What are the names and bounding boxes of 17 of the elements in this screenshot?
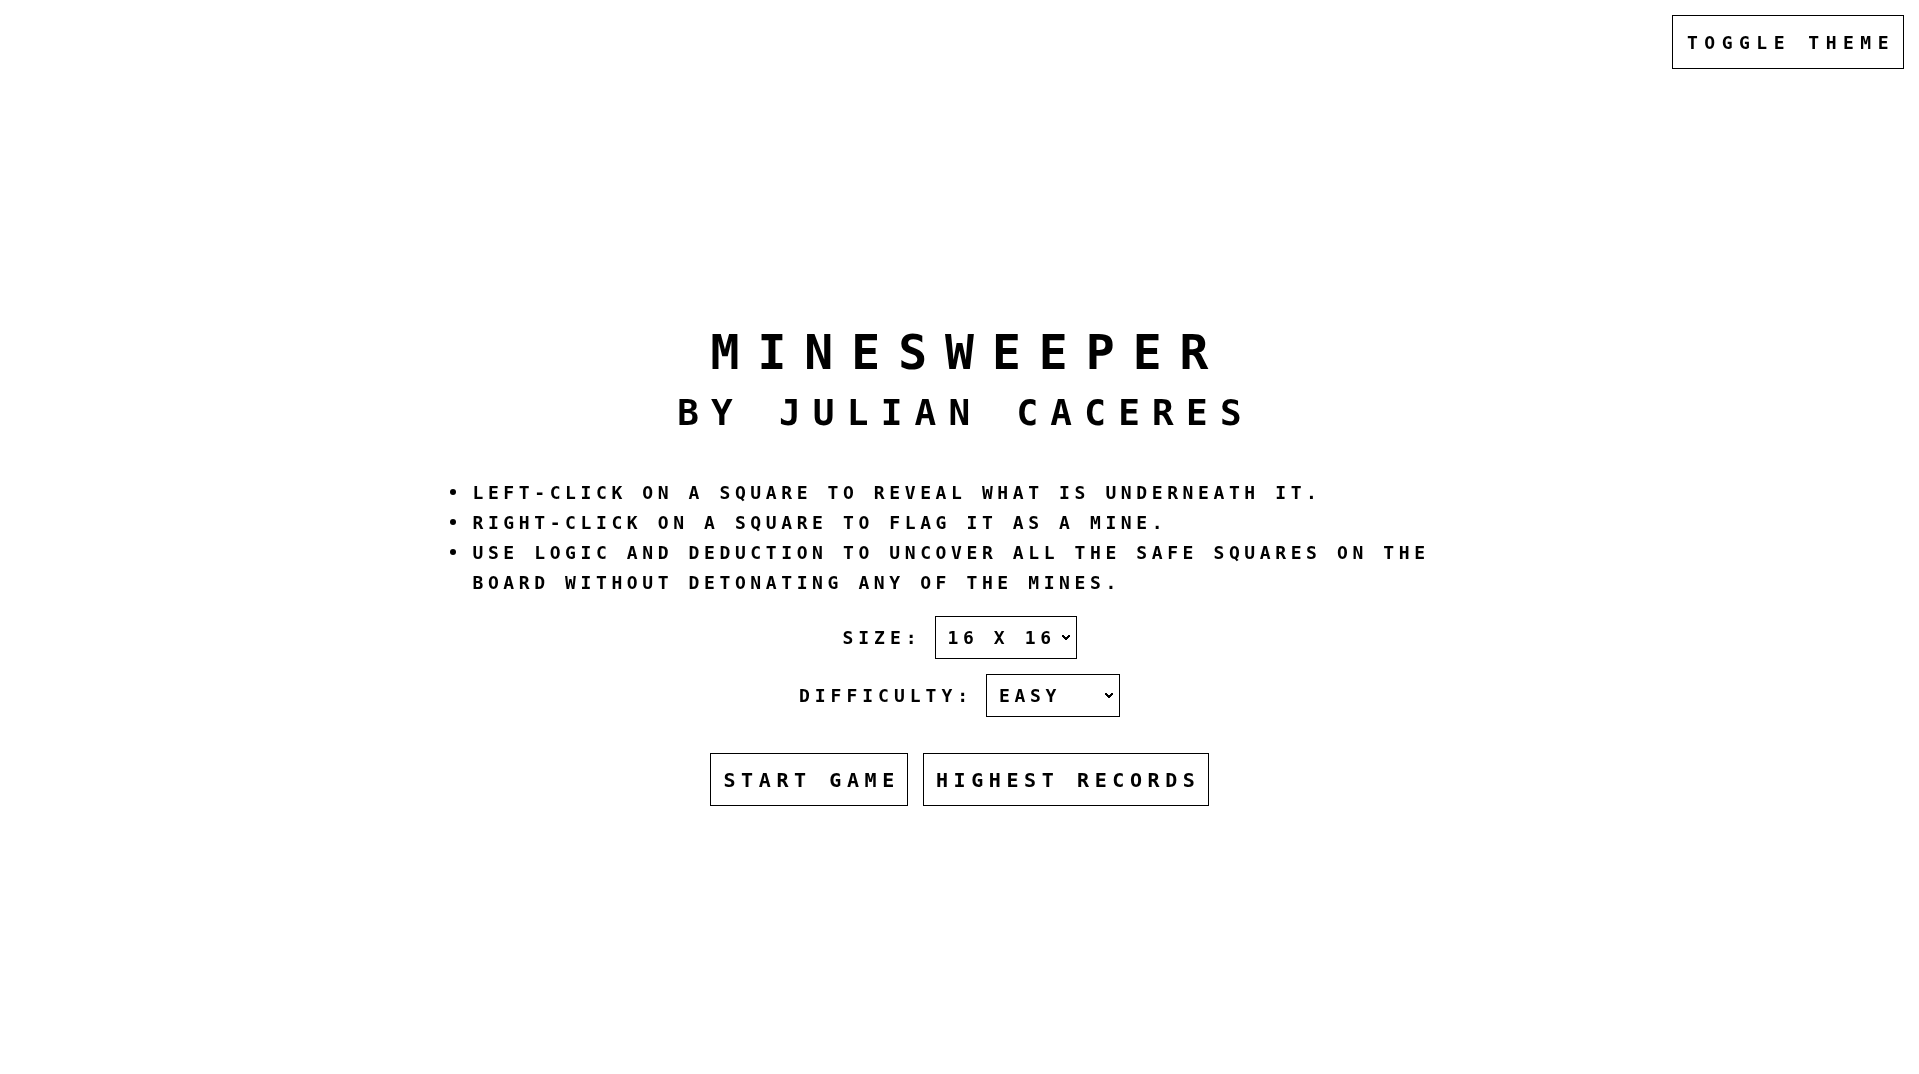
start-game-button[interactable]: START GAME <box>710 753 908 806</box>
instruction-text: LEFT-CLICK ON A SQUARE TO REVEAL WHAT IS UNDERNEATH IT. <box>472 481 1322 505</box>
size-label: SIZE: <box>842 627 922 648</box>
chevron-down-icon <box>1061 635 1070 640</box>
author-subtitle: BY JULIAN CACERES <box>676 395 1254 431</box>
instruction-text: RIGHT-CLICK ON A SQUARE TO FLAG IT AS A MINE. <box>472 511 1168 535</box>
bullet-icon <box>449 549 456 555</box>
highest-records-button[interactable]: HIGHEST RECORDS <box>922 753 1209 806</box>
game-title: MINESWEEPER <box>709 328 1227 376</box>
size-dropdown[interactable]: 16 X 16 <box>934 616 1077 659</box>
toggle-theme-button[interactable]: TOGGLE THEME <box>1671 15 1904 69</box>
chevron-down-icon <box>1105 693 1114 698</box>
difficulty-label: DIFFICULTY: <box>798 685 974 706</box>
instruction-text: USE LOGIC AND DEDUCTION TO UNCOVER ALL THE SAFE SQUARES ON THE BOARD WITHOUT DETONATING ANY OF THE MINES. <box>472 541 1431 595</box>
bullet-icon <box>449 489 456 495</box>
difficulty-dropdown[interactable]: EASY <box>986 674 1121 717</box>
bullet-icon <box>449 519 456 525</box>
